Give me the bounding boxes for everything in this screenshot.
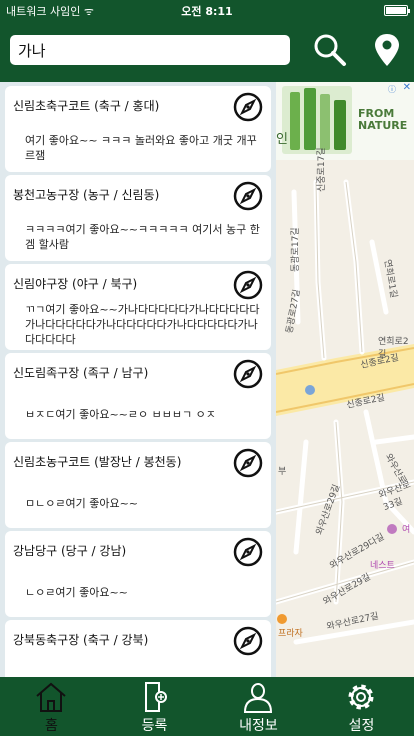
court-title: 강남당구 (당구 / 강남) bbox=[13, 544, 127, 558]
compass-icon[interactable] bbox=[233, 359, 263, 389]
map-poi-label: 네스트 bbox=[370, 561, 395, 571]
tab-label: 내정보 bbox=[239, 718, 278, 734]
court-card[interactable]: 강북동축구장 (축구 / 강북) bbox=[5, 620, 271, 677]
add-document-icon bbox=[145, 682, 167, 712]
location-button[interactable] bbox=[372, 32, 402, 68]
ad-brand-text: FROM NATURE bbox=[358, 107, 408, 132]
tab-settings[interactable]: 설정 bbox=[310, 677, 413, 736]
map-road-label: 신중로17길 bbox=[317, 147, 327, 192]
compass-icon[interactable] bbox=[233, 537, 263, 567]
ad-info-icon[interactable]: ⓘ bbox=[388, 84, 398, 94]
battery-icon bbox=[384, 5, 410, 16]
profile-icon bbox=[243, 683, 273, 713]
court-card[interactable]: 신림초농구코트 (발장난 / 봉천동) ㅁㄴㅇㄹ여기 좋아요~~ bbox=[5, 442, 271, 528]
compass-icon[interactable] bbox=[233, 181, 263, 211]
map-view[interactable]: 인 FROM NATURE ⓘ ✕ 신중로17길 신종로2길 신종로2길 동광로… bbox=[276, 82, 414, 677]
map-road-label: 연희로2길 bbox=[378, 337, 409, 360]
status-bar: 내트워크 사임인 ᯤ 오전 8:11 bbox=[0, 0, 414, 20]
court-card[interactable]: 신도림족구장 (족구 / 남구) ㅂㅈㄷ여기 좋아요~~ㄹㅇ ㅂㅂㅂㄱ ㅇㅈ bbox=[5, 353, 271, 439]
court-card[interactable]: 신림초축구코트 (축구 / 홍대) 여기 좋아요~~ ㅋㅋㅋ 놀러와요 좋아고 … bbox=[5, 86, 271, 172]
compass-icon[interactable] bbox=[233, 626, 263, 656]
ad-banner[interactable]: 인 FROM NATURE ⓘ ✕ bbox=[276, 82, 414, 160]
header bbox=[0, 20, 414, 82]
tab-register[interactable]: 등록 bbox=[103, 677, 206, 736]
compass-icon[interactable] bbox=[233, 448, 263, 478]
ad-close-icon[interactable]: ✕ bbox=[403, 82, 411, 93]
map-road-label: 부 bbox=[278, 467, 287, 477]
court-title: 강북동축구장 (축구 / 강북) bbox=[13, 633, 149, 647]
tab-label: 등록 bbox=[141, 718, 168, 734]
clock: 오전 8:11 bbox=[181, 5, 233, 18]
court-card[interactable]: 신림야구장 (야구 / 북구) ㄲㄱ여기 좋아요~~가나다다다다다가나다다다다다… bbox=[5, 264, 271, 350]
court-title: 봉천고농구장 (농구 / 신림동) bbox=[13, 188, 160, 202]
gear-icon bbox=[348, 684, 374, 710]
location-pin-icon bbox=[375, 34, 399, 66]
court-title: 신림초축구코트 (축구 / 홍대) bbox=[13, 99, 160, 113]
court-card[interactable]: 봉천고농구장 (농구 / 신림동) ㅋㅋㅋㅋ여기 좋아요~~ㅋㅋㅋㅋㅋ 여기서 … bbox=[5, 175, 271, 261]
court-list[interactable]: 신림초축구코트 (축구 / 홍대) 여기 좋아요~~ ㅋㅋㅋ 놀러와요 좋아고 … bbox=[0, 82, 276, 677]
court-title: 신도림족구장 (족구 / 남구) bbox=[13, 366, 149, 380]
court-description: 여기 좋아요~~ ㅋㅋㅋ 놀러와요 좋아고 개굿 개꾸르잼 bbox=[25, 134, 257, 162]
tab-my-info[interactable]: 내정보 bbox=[207, 677, 310, 736]
court-title: 신림야구장 (야구 / 북구) bbox=[13, 277, 138, 291]
search-button[interactable] bbox=[312, 32, 348, 68]
home-icon bbox=[36, 682, 66, 712]
court-description: ㅂㅈㄷ여기 좋아요~~ㄹㅇ ㅂㅂㅂㄱ ㅇㅈ bbox=[25, 408, 216, 421]
court-title: 신림초농구코트 (발장난 / 봉천동) bbox=[13, 455, 182, 469]
tab-label: 설정 bbox=[348, 718, 375, 734]
court-description: ㅋㅋㅋㅋ여기 좋아요~~ㅋㅋㅋㅋㅋ 여기서 농구 한겜 할사람 bbox=[25, 223, 260, 251]
tab-bar: 홈 등록 내정보 설정 bbox=[0, 677, 414, 736]
tab-home[interactable]: 홈 bbox=[0, 677, 103, 736]
court-description: ㅁㄴㅇㄹ여기 좋아요~~ bbox=[25, 497, 139, 510]
court-card[interactable]: 강남당구 (당구 / 강남) ㄴㅇㄹ여기 좋아요~~ bbox=[5, 531, 271, 617]
map-road-label: 동광로17길 bbox=[291, 227, 301, 272]
map-poi-label: 여 bbox=[402, 525, 411, 535]
tab-label: 홈 bbox=[45, 718, 58, 734]
court-description: ㄲㄱ여기 좋아요~~가나다다다다다가나다다다다다가나다다다다다가나다다다다다가나… bbox=[25, 303, 260, 346]
ad-product-image bbox=[282, 86, 352, 154]
search-input[interactable] bbox=[10, 35, 290, 65]
map-poi-label: 프라자 bbox=[278, 629, 303, 639]
court-description: ㄴㅇㄹ여기 좋아요~~ bbox=[25, 586, 128, 599]
compass-icon[interactable] bbox=[233, 270, 263, 300]
compass-icon[interactable] bbox=[233, 92, 263, 122]
ad-side-text: 인 bbox=[276, 132, 288, 147]
search-icon bbox=[314, 34, 346, 66]
